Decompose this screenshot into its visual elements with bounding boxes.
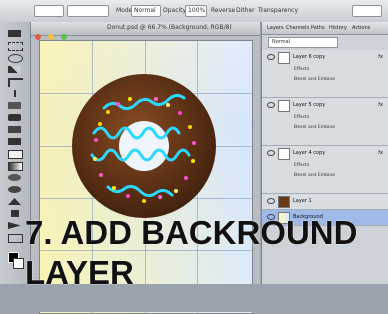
gradient-tool-icon[interactable] (8, 162, 23, 171)
eyedropper-tool-icon[interactable] (8, 90, 21, 97)
dither-checkbox-label[interactable]: Dither (236, 6, 255, 15)
tab-layers[interactable]: Layers (267, 25, 284, 31)
layer-name[interactable]: Layer 4 copy (293, 150, 325, 156)
effect-item[interactable]: Bevel and Emboss (294, 125, 335, 130)
move-tool-icon[interactable] (8, 30, 21, 37)
panel-tabs: Layers Channels Paths History Actions (262, 22, 388, 35)
blend-mode-select[interactable]: Normal (268, 37, 338, 48)
layer-row[interactable]: Layer 1 (262, 194, 388, 210)
magic-wand-tool-icon[interactable] (8, 66, 21, 73)
fx-badge: fx (378, 102, 383, 108)
clone-stamp-tool-icon[interactable] (8, 126, 21, 133)
layer-row[interactable]: Layer 5 copy fx Effects Bevel and Emboss (262, 98, 388, 146)
layer-thumbnail (278, 52, 290, 64)
history-brush-tool-icon[interactable] (8, 138, 21, 145)
lasso-tool-icon[interactable] (8, 54, 23, 63)
tab-actions[interactable]: Actions (352, 25, 370, 31)
workspace-button[interactable] (352, 5, 382, 17)
transparency-checkbox-label[interactable]: Transparency (258, 6, 298, 15)
gradient-preview-swatch[interactable] (34, 5, 64, 17)
layer-name[interactable]: Layer 5 copy (293, 102, 325, 108)
mode-value: Normal (134, 7, 156, 14)
layer-row[interactable]: Layer 4 copy fx Effects Bevel and Emboss (262, 146, 388, 194)
caption-line-1: 7. ADD BACKROUND (25, 214, 358, 251)
tab-paths[interactable]: Paths (311, 25, 325, 31)
dodge-tool-icon[interactable] (8, 186, 21, 193)
caption-line-2: LAYER (25, 254, 134, 291)
layer-name[interactable]: Layer 6 copy (293, 54, 325, 60)
eraser-tool-icon[interactable] (8, 150, 23, 159)
layer-row[interactable]: Layer 6 copy fx Effects Bevel and Emboss (262, 50, 388, 98)
pen-tool-icon[interactable] (8, 198, 21, 205)
brush-tool-icon[interactable] (8, 114, 21, 121)
gradient-type-buttons[interactable] (67, 5, 109, 17)
tab-channels[interactable]: Channels (286, 25, 309, 31)
effects-label: Effects (294, 115, 310, 120)
effect-item[interactable]: Bevel and Emboss (294, 173, 335, 178)
effects-label: Effects (294, 67, 310, 72)
opacity-input[interactable]: 100% (185, 5, 207, 17)
healing-brush-tool-icon[interactable] (8, 102, 21, 109)
crop-tool-icon[interactable] (8, 78, 23, 87)
visibility-eye-icon[interactable] (267, 102, 275, 108)
marquee-tool-icon[interactable] (8, 42, 23, 51)
visibility-eye-icon[interactable] (267, 198, 275, 204)
reverse-checkbox-label[interactable]: Reverse (211, 6, 235, 15)
layer-thumbnail (278, 148, 290, 160)
shape-tool-icon[interactable] (8, 234, 23, 243)
layer-thumbnail (278, 100, 290, 112)
options-bar: Mode: Normal Opacity: 100% Reverse Dithe… (0, 0, 388, 23)
visibility-eye-icon[interactable] (267, 150, 275, 156)
effect-item[interactable]: Bevel and Emboss (294, 77, 335, 82)
document-title: Donut.psd @ 66.7% (Background, RGB/8) (107, 24, 232, 31)
layer-name[interactable]: Layer 1 (293, 198, 312, 204)
donut-layer-thumbnail (278, 196, 290, 208)
path-selection-tool-icon[interactable] (8, 222, 21, 229)
fx-badge: fx (378, 150, 383, 156)
visibility-eye-icon[interactable] (267, 54, 275, 60)
opacity-label: Opacity: (163, 7, 188, 14)
background-color-swatch[interactable] (13, 258, 24, 269)
instruction-caption: 7. ADD BACKROUND LAYER (25, 213, 385, 293)
mode-select[interactable]: Normal (131, 5, 161, 17)
opacity-value: 100% (188, 7, 206, 14)
effects-label: Effects (294, 163, 310, 168)
blur-tool-icon[interactable] (8, 174, 21, 181)
blend-mode-value: Normal (272, 39, 291, 45)
tab-history[interactable]: History (329, 25, 347, 31)
type-tool-icon[interactable] (8, 210, 21, 217)
fx-badge: fx (378, 54, 383, 60)
document-titlebar: Donut.psd @ 66.7% (Background, RGB/8) (31, 22, 260, 40)
